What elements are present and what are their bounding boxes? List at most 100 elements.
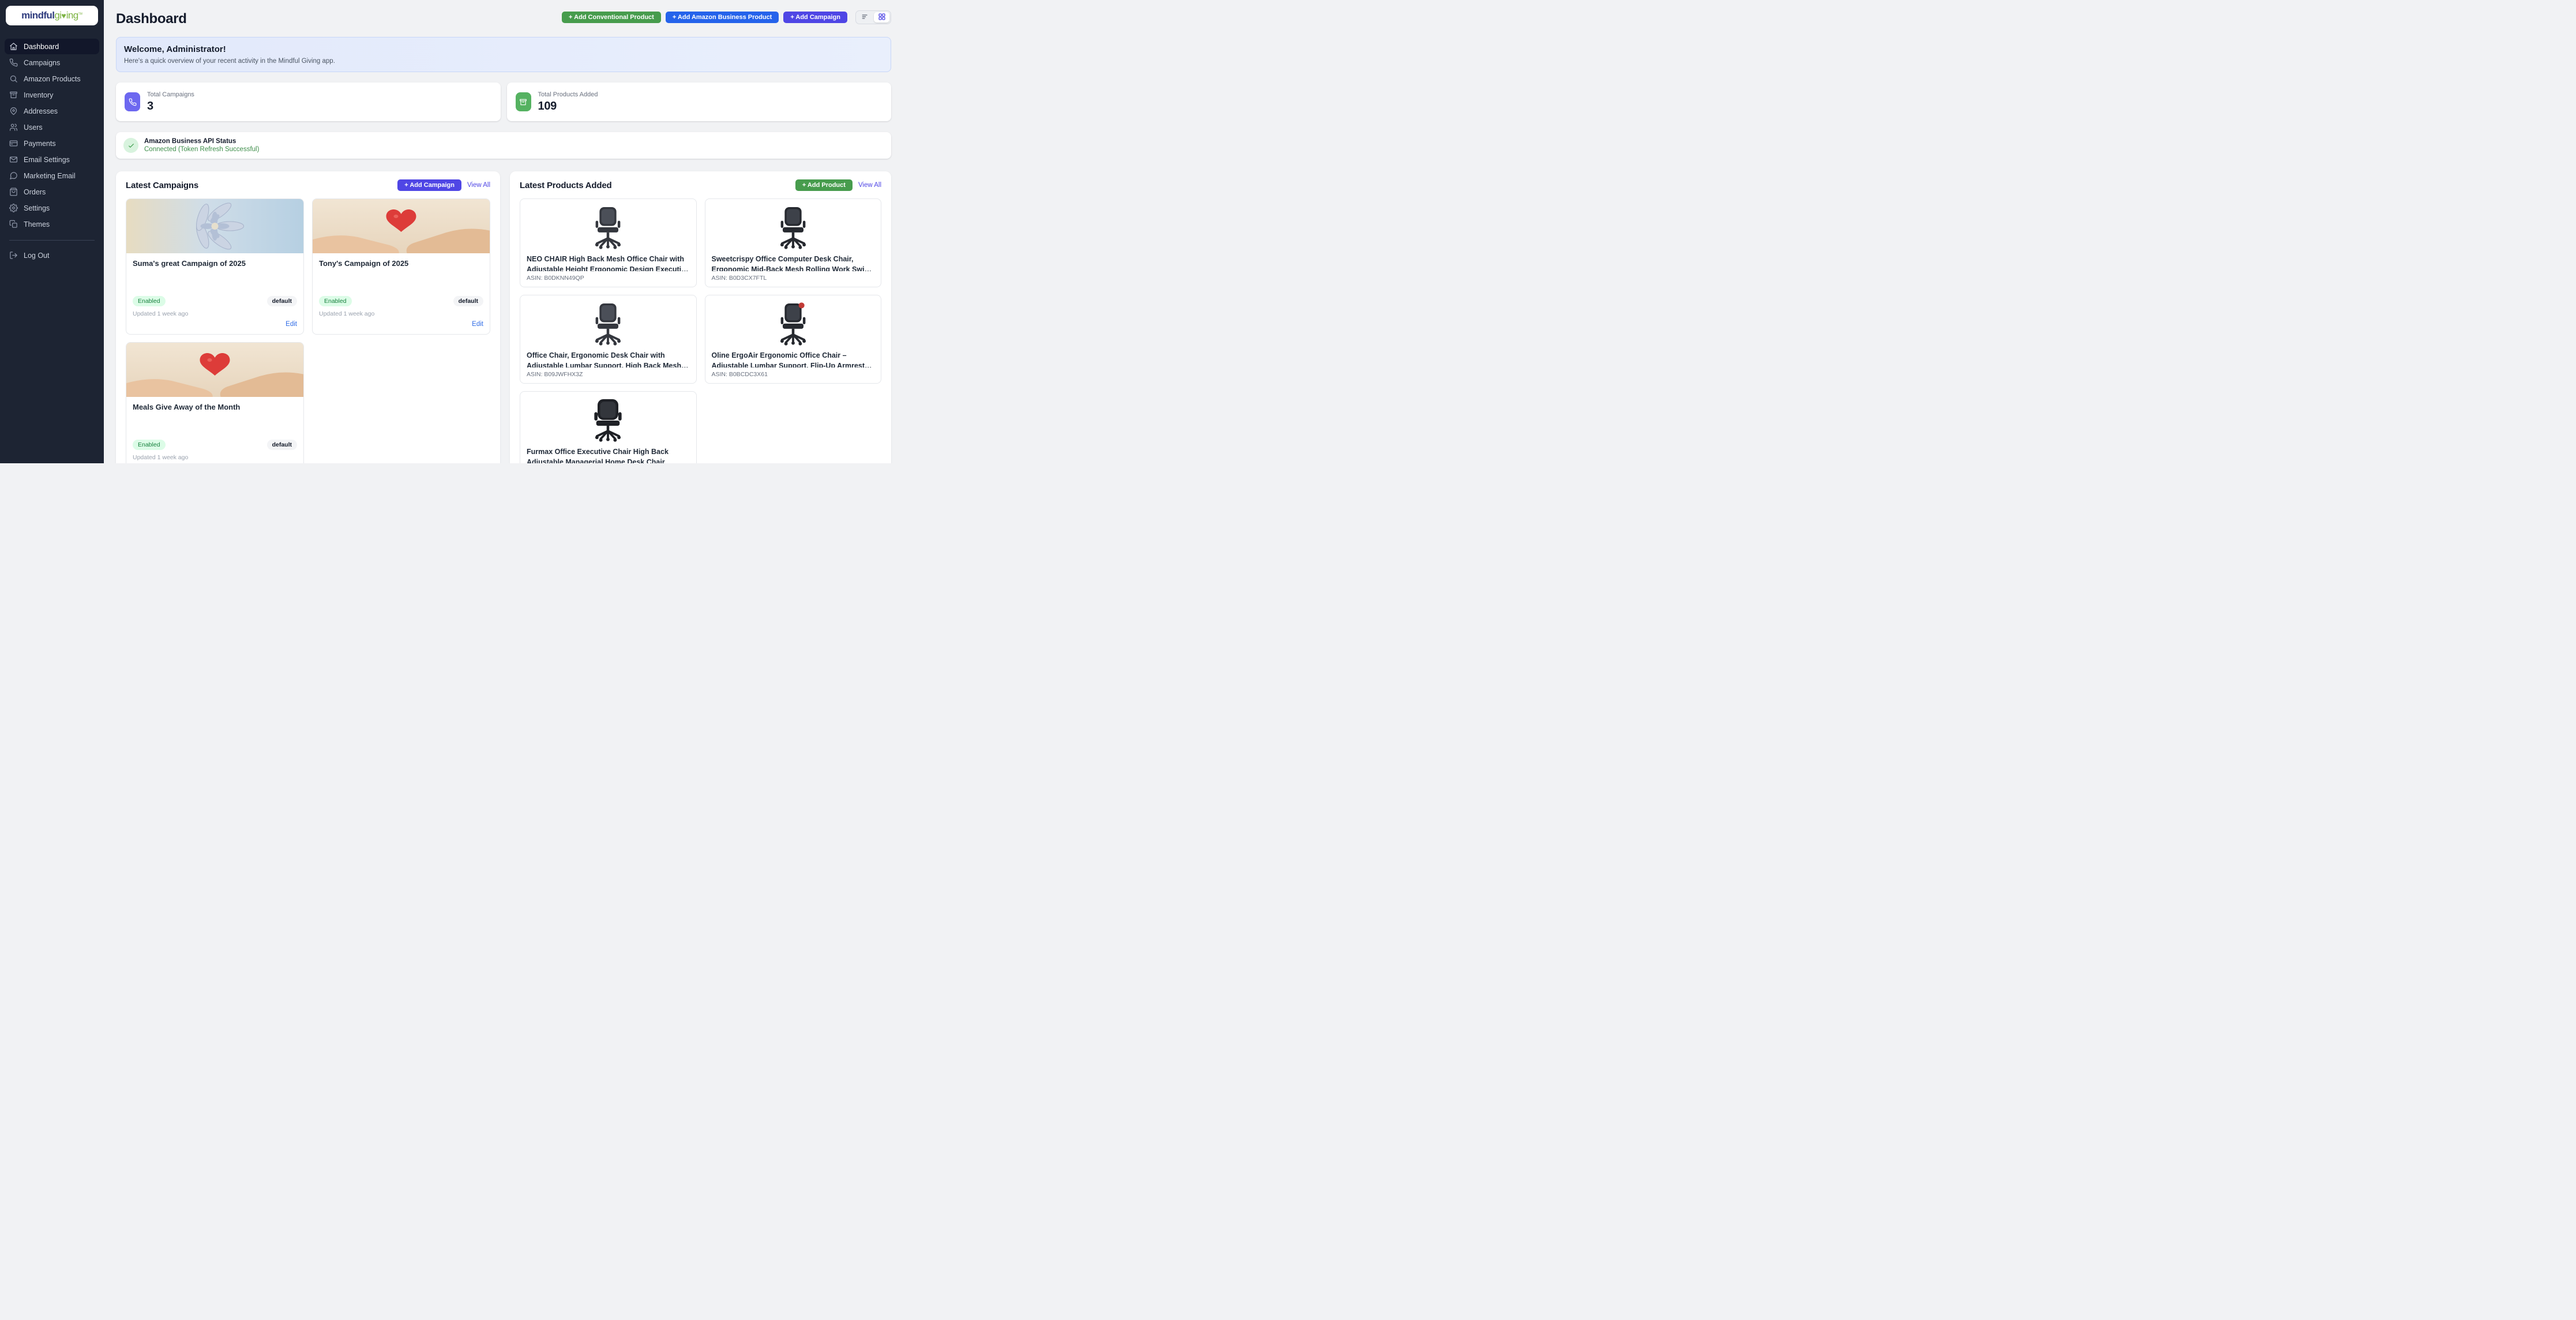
- campaign-badges: Enabled default: [319, 296, 483, 306]
- sidebar-item-addresses[interactable]: Addresses: [5, 103, 99, 119]
- sidebar-divider: [9, 240, 95, 241]
- campaign-badges: Enabled default: [133, 440, 297, 450]
- phone-icon: [125, 92, 140, 111]
- grid-icon: [878, 13, 886, 22]
- archive-icon: [9, 91, 18, 99]
- product-asin: ASIN: B0BCDC3X61: [712, 371, 875, 378]
- campaign-updated: Updated 1 week ago: [133, 310, 297, 317]
- product-card[interactable]: NEO CHAIR High Back Mesh Office Chair wi…: [520, 198, 697, 287]
- sidebar-item-dashboard[interactable]: Dashboard: [5, 39, 99, 54]
- stat-card-total-campaigns: Total Campaigns 3: [116, 82, 501, 121]
- list-view-button[interactable]: [857, 12, 873, 22]
- sidebar-item-label: Log Out: [24, 252, 49, 260]
- sidebar-item-label: Campaigns: [24, 59, 60, 67]
- tag-badge: default: [267, 440, 297, 450]
- phone-icon: [9, 58, 18, 67]
- campaign-card-body: Meals Give Away of the Month Enabled def…: [126, 397, 303, 463]
- stats-row: Total Campaigns 3 Total Products Added 1…: [116, 82, 891, 121]
- campaign-badges: Enabled default: [133, 296, 297, 306]
- copy-icon: [9, 220, 18, 228]
- message-bubble-icon: [9, 171, 18, 180]
- sidebar-item-inventory[interactable]: Inventory: [5, 87, 99, 103]
- sidebar-item-marketing-email[interactable]: Marketing Email: [5, 168, 99, 183]
- sidebar-item-label: Addresses: [24, 107, 58, 115]
- stat-label: Total Campaigns: [147, 91, 194, 98]
- campaign-title: Suma's great Campaign of 2025: [133, 259, 297, 268]
- grid-view-button[interactable]: [874, 12, 889, 22]
- status-badge: Enabled: [319, 296, 352, 306]
- shopping-bag-icon: [9, 187, 18, 196]
- campaign-title: Meals Give Away of the Month: [133, 403, 297, 411]
- credit-card-icon: [9, 139, 18, 148]
- brand-mindful: mindful: [21, 10, 54, 21]
- api-status-card: Amazon Business API Status Connected (To…: [116, 132, 891, 159]
- users-icon: [9, 123, 18, 132]
- sidebar-item-amazon-products[interactable]: Amazon Products: [5, 71, 99, 87]
- sidebar-item-users[interactable]: Users: [5, 119, 99, 135]
- sidebar-item-label: Email Settings: [24, 156, 70, 164]
- add-conventional-product-button[interactable]: + Add Conventional Product: [562, 12, 661, 23]
- campaign-card-body: Suma's great Campaign of 2025 Enabled de…: [126, 253, 303, 334]
- home-icon: [9, 42, 18, 51]
- sidebar-item-label: Marketing Email: [24, 172, 76, 180]
- stat-label: Total Products Added: [538, 91, 598, 98]
- sidebar-item-settings[interactable]: Settings: [5, 200, 99, 216]
- sidebar-item-orders[interactable]: Orders: [5, 184, 99, 200]
- product-asin: ASIN: B0DKNN49QP: [527, 275, 690, 282]
- campaign-card: Tony's Campaign of 2025 Enabled default …: [312, 198, 490, 335]
- sidebar: mindfulgi♥ingTM Dashboard Campaigns Amaz…: [0, 0, 104, 463]
- office-chair-image: [527, 202, 690, 253]
- product-card[interactable]: Oline ErgoAir Ergonomic Office Chair – A…: [705, 295, 882, 384]
- status-badge: Enabled: [133, 296, 166, 306]
- api-status-value: Connected (Token Refresh Successful): [144, 146, 259, 153]
- page-title: Dashboard: [116, 11, 187, 27]
- sidebar-item-themes[interactable]: Themes: [5, 216, 99, 232]
- campaign-updated: Updated 1 week ago: [133, 454, 297, 461]
- mail-icon: [9, 155, 18, 164]
- product-card[interactable]: Furmax Office Executive Chair High Back …: [520, 391, 697, 463]
- dashboard-panels: Latest Campaigns + Add Campaign View All: [116, 171, 891, 463]
- tag-badge: default: [453, 296, 483, 306]
- campaign-card-body: Tony's Campaign of 2025 Enabled default …: [313, 253, 490, 334]
- product-asin: ASIN: B0D3CX7FTL: [712, 275, 875, 282]
- stat-text: Total Products Added 109: [538, 91, 598, 113]
- sidebar-item-label: Users: [24, 123, 43, 132]
- campaign-card: Meals Give Away of the Month Enabled def…: [126, 342, 304, 463]
- products-view-all-link[interactable]: View All: [858, 182, 881, 189]
- product-title: Office Chair, Ergonomic Desk Chair with …: [527, 351, 690, 367]
- panel-add-product-button[interactable]: + Add Product: [795, 179, 853, 191]
- welcome-title: Welcome, Administrator!: [124, 44, 883, 54]
- stat-value: 3: [147, 100, 194, 113]
- search-icon: [9, 74, 18, 83]
- sidebar-item-email-settings[interactable]: Email Settings: [5, 152, 99, 167]
- sidebar-item-payments[interactable]: Payments: [5, 136, 99, 151]
- product-title: Oline ErgoAir Ergonomic Office Chair – A…: [712, 351, 875, 367]
- add-amazon-business-product-button[interactable]: + Add Amazon Business Product: [666, 12, 779, 23]
- sidebar-item-label: Inventory: [24, 91, 53, 99]
- product-asin: ASIN: B09JWFHX3Z: [527, 371, 690, 378]
- product-card[interactable]: Office Chair, Ergonomic Desk Chair with …: [520, 295, 697, 384]
- campaign-edit-link[interactable]: Edit: [472, 321, 483, 328]
- welcome-subtitle: Here's a quick overview of your recent a…: [124, 58, 883, 65]
- latest-products-heading: Latest Products Added: [520, 181, 795, 190]
- panel-add-campaign-button[interactable]: + Add Campaign: [397, 179, 461, 191]
- campaign-image-hands-heart: [313, 199, 490, 253]
- add-campaign-button[interactable]: + Add Campaign: [783, 12, 847, 23]
- product-title: Furmax Office Executive Chair High Back …: [527, 447, 690, 463]
- stat-card-total-products: Total Products Added 109: [507, 82, 892, 121]
- list-icon: [861, 13, 869, 22]
- api-status-title: Amazon Business API Status: [144, 138, 259, 145]
- campaign-edit-link[interactable]: Edit: [286, 321, 297, 328]
- sidebar-item-label: Themes: [24, 220, 50, 228]
- product-card[interactable]: Sweetcrispy Office Computer Desk Chair, …: [705, 198, 882, 287]
- campaign-image-flower: [126, 199, 303, 253]
- brand-giving-post: ing: [66, 10, 78, 21]
- map-pin-icon: [9, 107, 18, 115]
- sidebar-item-campaigns[interactable]: Campaigns: [5, 55, 99, 70]
- office-chair-image: [527, 395, 690, 446]
- campaigns-view-all-link[interactable]: View All: [467, 182, 490, 189]
- view-toggle: [855, 10, 891, 24]
- header-actions: + Add Conventional Product + Add Amazon …: [562, 10, 891, 24]
- sidebar-item-logout[interactable]: Log Out: [5, 247, 99, 263]
- office-chair-image: [712, 299, 875, 350]
